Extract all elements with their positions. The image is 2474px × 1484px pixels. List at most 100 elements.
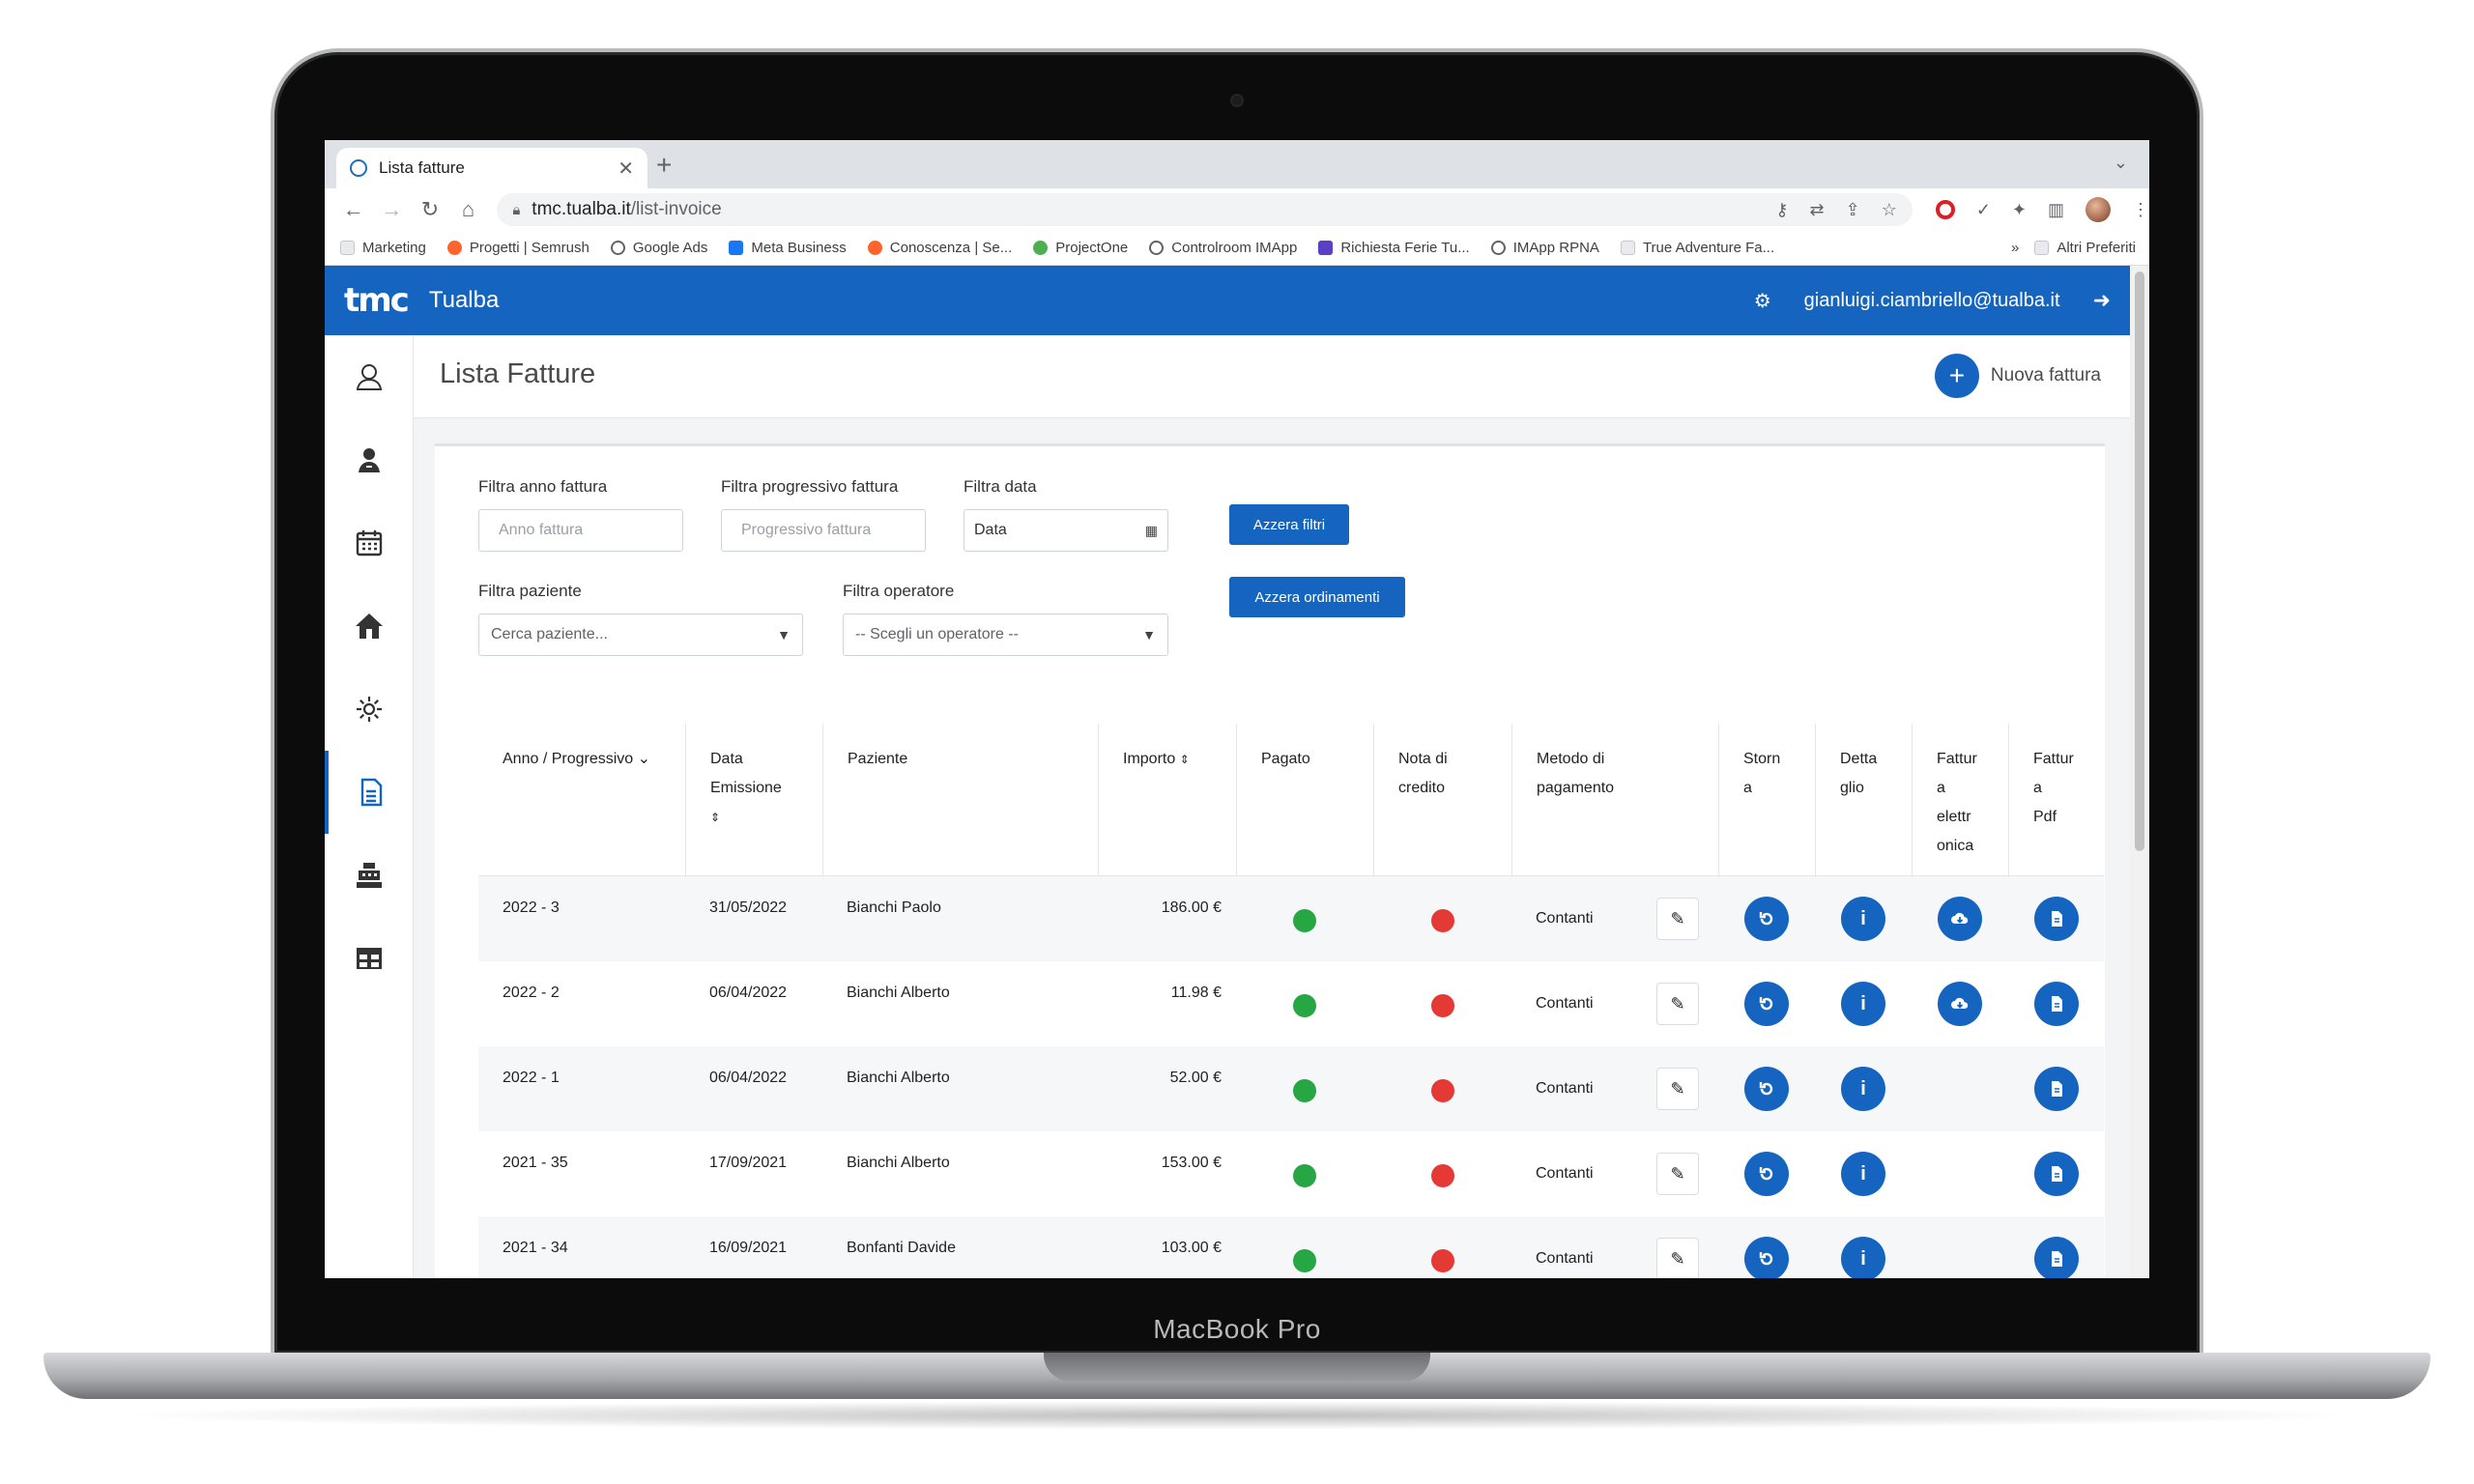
info-icon: i	[1860, 1247, 1866, 1270]
cell-amount: 153.00 €	[1161, 1155, 1222, 1171]
col-amount[interactable]: Importo ⇕	[1098, 724, 1236, 876]
edit-payment-button[interactable]: ✎	[1656, 898, 1699, 940]
filter-date-input[interactable]: Data ▦	[964, 509, 1168, 552]
extension-icon[interactable]: ✓	[1976, 200, 1991, 220]
sidebar-item-settings[interactable]	[325, 668, 414, 751]
reverse-invoice-button[interactable]	[1744, 982, 1789, 1026]
star-icon[interactable]: ☆	[1882, 200, 1897, 220]
pdf-invoice-button[interactable]	[2034, 982, 2079, 1026]
sidepanel-icon[interactable]: ▥	[2048, 200, 2064, 220]
col-patient: Paziente	[822, 724, 1098, 876]
bookmark-item[interactable]: Controlroom IMApp	[1149, 240, 1297, 256]
file-pdf-icon	[2047, 1249, 2066, 1269]
sort-desc-icon: ⌄	[637, 751, 651, 767]
reverse-invoice-button[interactable]	[1744, 897, 1789, 941]
cell-year-progressive: 2022 - 3	[503, 899, 560, 916]
calendar-icon[interactable]: ▦	[1145, 523, 1158, 539]
chevron-down-icon[interactable]: ⌄	[2114, 153, 2128, 173]
bookmark-item[interactable]: True Adventure Fa...	[1620, 240, 1774, 256]
header-label: Metodo di pagamento	[1537, 751, 1615, 796]
logout-icon[interactable]: ➜	[2093, 288, 2111, 313]
sidebar-item-invoices[interactable]	[325, 751, 414, 834]
cell-reverse	[1718, 876, 1815, 961]
page-scrollbar[interactable]	[2130, 266, 2149, 1278]
invoice-detail-button[interactable]: i	[1841, 982, 1885, 1026]
edit-payment-button[interactable]: ✎	[1656, 1238, 1699, 1278]
invoice-detail-button[interactable]: i	[1841, 897, 1885, 941]
opera-icon[interactable]	[1935, 200, 1955, 219]
sidebar-item-tables[interactable]	[325, 917, 414, 1000]
sidebar-item-users[interactable]	[325, 335, 414, 418]
pdf-invoice-button[interactable]	[2034, 897, 2079, 941]
cell-edit: ✎	[1656, 1131, 1699, 1216]
bookmark-item[interactable]: Conoscenza | Se...	[867, 240, 1012, 256]
bookmark-item[interactable]: Google Ads	[610, 240, 707, 256]
col-date[interactable]: Data Emissione ⇕	[685, 724, 822, 876]
new-invoice-button[interactable]: + Nuova fattura	[1934, 354, 2101, 398]
address-bar[interactable]: 🔒︎ tmc.tualba.it /list-invoice ⚷ ⇄ ⇪ ☆	[497, 193, 1913, 226]
reverse-invoice-button[interactable]	[1744, 1152, 1789, 1196]
new-tab-icon[interactable]: +	[656, 150, 672, 181]
browser-tab[interactable]: Lista fatture ✕	[336, 148, 647, 188]
user-email[interactable]: gianluigi.ciambriello@tualba.it	[1804, 290, 2060, 312]
forward-icon[interactable]: →	[373, 197, 412, 222]
reload-icon[interactable]: ↻	[411, 197, 449, 222]
bookmark-label: Progetti | Semrush	[469, 240, 590, 256]
bookmark-item[interactable]: Richiesta Ferie Tu...	[1318, 240, 1470, 256]
pdf-invoice-button[interactable]	[2034, 1152, 2079, 1196]
pdf-invoice-button[interactable]	[2034, 1237, 2079, 1278]
bookmark-item[interactable]: Progetti | Semrush	[446, 240, 590, 256]
reset-sort-button[interactable]: Azzera ordinamenti	[1229, 577, 1405, 617]
col-year-progressive[interactable]: Anno / Progressivo ⌄	[478, 724, 685, 876]
home-icon[interactable]: ⌂	[449, 197, 488, 222]
app-logo[interactable]: tmc	[344, 281, 410, 320]
sort-icon: ⇕	[710, 811, 721, 824]
bookmark-item[interactable]: Meta Business	[729, 240, 847, 256]
user-icon	[356, 364, 383, 390]
reverse-invoice-button[interactable]	[1744, 1237, 1789, 1278]
kebab-menu-icon[interactable]: ⋮	[2132, 200, 2149, 220]
translate-icon[interactable]: ⇄	[1810, 200, 1825, 220]
pdf-invoice-button[interactable]	[2034, 1067, 2079, 1111]
bookmark-item[interactable]: IMApp RPNA	[1490, 240, 1599, 256]
invoice-detail-button[interactable]: i	[1841, 1237, 1885, 1278]
back-icon[interactable]: ←	[334, 197, 373, 222]
cell-pdf	[2008, 1131, 2105, 1216]
sidebar-item-home[interactable]	[325, 585, 414, 668]
reverse-invoice-button[interactable]	[1744, 1067, 1789, 1111]
avatar[interactable]	[2086, 197, 2112, 222]
sidebar-item-calendar[interactable]	[325, 501, 414, 585]
edit-payment-button[interactable]: ✎	[1656, 983, 1699, 1025]
gear-icon[interactable]: ⚙	[1754, 289, 1771, 313]
reset-filters-button[interactable]: Azzera filtri	[1229, 504, 1349, 545]
other-bookmarks[interactable]: Altri Preferiti	[2034, 240, 2136, 256]
invoice-detail-button[interactable]: i	[1841, 1152, 1885, 1196]
edit-payment-button[interactable]: ✎	[1656, 1153, 1699, 1195]
close-icon[interactable]: ✕	[618, 157, 634, 181]
share-icon[interactable]: ⇪	[1846, 200, 1860, 220]
cell-e-invoice	[1912, 1131, 2008, 1216]
undo-icon	[1757, 1079, 1776, 1099]
e-invoice-download-button[interactable]	[1938, 897, 1982, 941]
filter-progressive-input[interactable]: Progressivo fattura	[721, 509, 926, 552]
cell-edit: ✎	[1656, 1046, 1699, 1131]
edit-payment-button[interactable]: ✎	[1656, 1068, 1699, 1110]
e-invoice-download-button[interactable]	[1938, 982, 1982, 1026]
browser-toolbar: ← → ↻ ⌂ 🔒︎ tmc.tualba.it /list-invoice ⚷…	[325, 188, 2149, 231]
sidebar-item-cash-register[interactable]	[325, 834, 414, 917]
cell-detail: i	[1815, 1046, 1912, 1131]
semrush-icon	[867, 241, 882, 255]
filter-patient-select[interactable]: Cerca paziente... ▼	[478, 614, 803, 656]
puzzle-icon[interactable]: ✦	[2012, 200, 2027, 220]
cell-pdf	[2008, 876, 2105, 961]
sidebar-item-doctors[interactable]	[325, 418, 414, 501]
scroll-thumb[interactable]	[2135, 271, 2144, 851]
bookmark-item[interactable]: ProjectOne	[1033, 240, 1128, 256]
key-icon[interactable]: ⚷	[1775, 200, 1788, 220]
bookmarks-more-button[interactable]: »	[2011, 240, 2019, 256]
invoice-detail-button[interactable]: i	[1841, 1067, 1885, 1111]
filter-operator-select[interactable]: -- Scegli un operatore -- ▼	[843, 614, 1168, 656]
cell-payment-method: Contanti	[1536, 1165, 1594, 1182]
filter-year-input[interactable]: Anno fattura	[478, 509, 683, 552]
bookmark-item[interactable]: Marketing	[340, 240, 426, 256]
